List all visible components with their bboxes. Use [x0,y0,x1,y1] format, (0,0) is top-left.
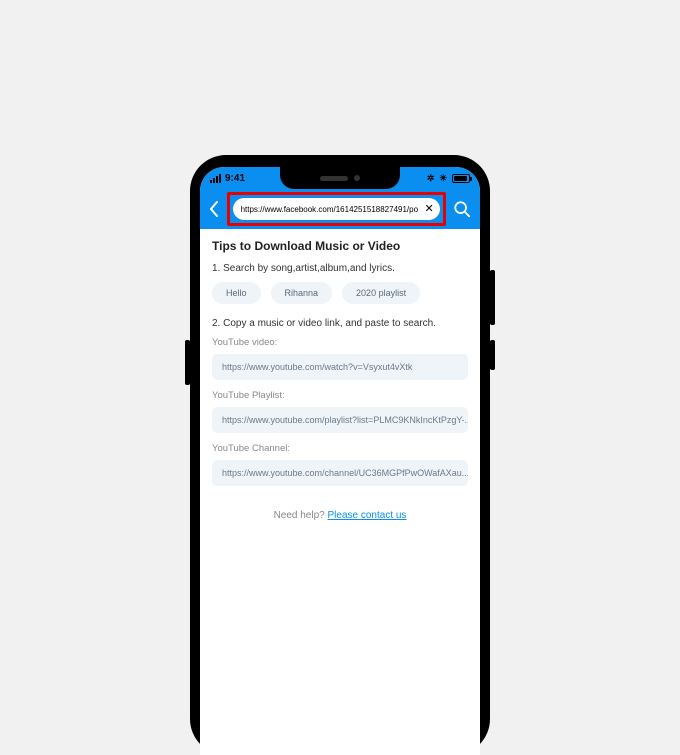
search-icon [453,200,471,218]
bluetooth-icon: ✲ [427,173,435,184]
help-prefix: Need help? [274,510,328,521]
step-text: 1. Search by song,artist,album,and lyric… [212,263,468,274]
status-time: 9:41 [225,173,245,184]
content-area: Tips to Download Music or Video 1. Searc… [200,229,480,541]
example-link-box[interactable]: https://www.youtube.com/channel/UC36MGPf… [212,460,468,486]
section-label: YouTube video: [212,337,468,348]
signal-icon [210,174,221,183]
speaker-icon [320,176,348,181]
phone-side-button [490,270,495,325]
phone-side-button [490,340,495,370]
suggestion-chips: Hello Rihanna 2020 playlist [212,282,468,304]
nav-bar: https://www.facebook.com/161425151882749… [200,189,480,229]
address-bar[interactable]: https://www.facebook.com/161425151882749… [233,198,440,220]
wifi-icon: ✳ [439,173,447,184]
phone-frame: 9:41 ✲ ✳ https://www.facebook.com/161425… [190,155,490,755]
back-button[interactable] [206,195,223,223]
chevron-left-icon [209,201,219,217]
step-text: 2. Copy a music or video link, and paste… [212,318,468,329]
search-button[interactable] [450,196,474,222]
battery-icon [452,174,470,183]
suggestion-chip[interactable]: Hello [212,282,261,304]
url-highlight-box: https://www.facebook.com/161425151882749… [227,192,446,226]
phone-notch [280,167,400,189]
close-icon: ✕ [424,204,433,215]
suggestion-chip[interactable]: 2020 playlist [342,282,420,304]
address-bar-text: https://www.facebook.com/161425151882749… [241,205,418,214]
suggestion-chip[interactable]: Rihanna [271,282,333,304]
help-text: Need help? Please contact us [212,510,468,521]
example-link-box[interactable]: https://www.youtube.com/watch?v=Vsyxut4v… [212,354,468,380]
section-label: YouTube Playlist: [212,390,468,401]
phone-screen: 9:41 ✲ ✳ https://www.facebook.com/161425… [200,167,480,755]
camera-icon [354,175,360,181]
contact-link[interactable]: Please contact us [328,510,407,521]
section-label: YouTube Channel: [212,443,468,454]
phone-side-button [185,340,190,385]
page-title: Tips to Download Music or Video [212,239,468,253]
example-link-box[interactable]: https://www.youtube.com/playlist?list=PL… [212,407,468,433]
clear-button[interactable]: ✕ [422,202,436,216]
